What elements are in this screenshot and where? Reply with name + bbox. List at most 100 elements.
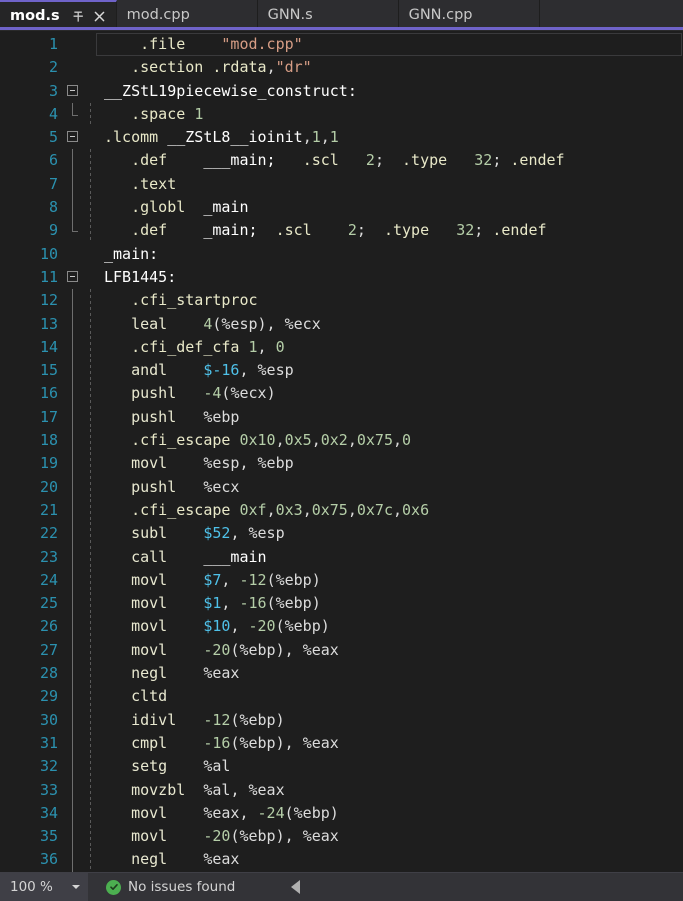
- fold-region-bar: [64, 452, 86, 476]
- editor-tab-gnn-cpp[interactable]: GNN.cpp: [398, 0, 540, 30]
- fold-region-bar: [64, 335, 86, 360]
- indent-guide: [86, 545, 104, 569]
- editor-tab-mod-cpp[interactable]: mod.cpp: [116, 0, 258, 30]
- fold-region-bar: [64, 801, 86, 826]
- code-line[interactable]: 9 .def _main; .scl 2; .type 32; .endef: [0, 219, 683, 243]
- code-line[interactable]: 16 pushl -4(%ecx): [0, 382, 683, 406]
- fold-region-bar: [64, 848, 86, 872]
- line-number: 31: [39, 733, 58, 752]
- code-line[interactable]: 24 movl $7, -12(%ebp): [0, 568, 683, 593]
- code-line[interactable]: 30 idivl -12(%ebp): [0, 708, 683, 732]
- issues-status[interactable]: No issues found: [106, 879, 235, 895]
- code-line[interactable]: 17 pushl %ebp: [0, 405, 683, 430]
- line-number: 11: [39, 267, 58, 286]
- fold-region-bar: [64, 289, 86, 313]
- fold-region-bar: [64, 196, 86, 220]
- code-line-text: setg %al: [131, 757, 231, 776]
- code-line-text: movl $7, -12(%ebp): [131, 570, 321, 589]
- code-line-text: call ___main: [131, 547, 267, 566]
- code-line-text: _main:: [104, 244, 159, 263]
- code-line-text: .cfi_escape 0x10,0x5,0x2,0x75,0: [131, 431, 412, 450]
- line-number: 9: [48, 221, 58, 240]
- line-number: 30: [39, 710, 58, 729]
- code-line[interactable]: 36 negl %eax: [0, 848, 683, 872]
- code-line[interactable]: 33 movzbl %al, %eax: [0, 778, 683, 802]
- code-line-text: movzbl %al, %eax: [131, 780, 285, 799]
- code-line[interactable]: 31 cmpl -16(%ebp), %eax: [0, 731, 683, 756]
- code-line[interactable]: 34 movl %eax, -24(%ebp): [0, 801, 683, 826]
- code-line[interactable]: 13 leal 4(%esp), %ecx: [0, 312, 683, 336]
- line-number: 10: [39, 244, 58, 263]
- code-line[interactable]: 26 movl $10, -20(%ebp): [0, 615, 683, 639]
- code-line[interactable]: 8 .globl _main: [0, 196, 683, 220]
- code-line-text: .lcomm __ZStL8__ioinit,1,1: [104, 128, 339, 147]
- code-editor[interactable]: 1 .file "mod.cpp" 2 .section .rdata,"dr" 3…: [0, 30, 683, 872]
- indent-guide: [86, 289, 104, 313]
- code-line-text: cltd: [131, 687, 168, 706]
- fold-region-bar: [64, 685, 86, 709]
- code-line[interactable]: 11 LFB1445:: [0, 266, 683, 289]
- pin-icon[interactable]: [72, 10, 85, 23]
- indent-guide: [86, 335, 104, 360]
- editor-tab-mod-s[interactable]: mod.s: [0, 0, 117, 30]
- code-line[interactable]: 10 _main:: [0, 243, 683, 266]
- close-icon[interactable]: [93, 10, 106, 23]
- indent-guide: [86, 848, 104, 872]
- code-line[interactable]: 25 movl $1, -16(%ebp): [0, 592, 683, 616]
- indent-guide: [86, 243, 104, 266]
- code-line-text: leal 4(%esp), %ecx: [131, 314, 321, 333]
- indent-guide: [86, 708, 104, 732]
- code-line[interactable]: 21 .cfi_escape 0xf,0x3,0x75,0x7c,0x6: [0, 498, 683, 523]
- fold-toggle-icon[interactable]: [64, 80, 86, 103]
- code-line[interactable]: 6 .def ___main; .scl 2; .type 32; .endef: [0, 149, 683, 173]
- code-lines-container[interactable]: 1 .file "mod.cpp" 2 .section .rdata,"dr" 3…: [0, 31, 683, 872]
- code-line[interactable]: 27 movl -20(%ebp), %eax: [0, 638, 683, 663]
- zoom-level-label: 100 %: [10, 879, 53, 895]
- indent-guide: [86, 33, 104, 56]
- code-line[interactable]: 7 .text: [0, 172, 683, 197]
- code-line-text: andl $-16, %esp: [131, 361, 294, 380]
- code-line[interactable]: 5 .lcomm __ZStL8__ioinit,1,1: [0, 126, 683, 149]
- editor-tab-bar: mod.s mod.cpp GNN.s GNN.cpp: [0, 0, 683, 30]
- indent-guide: [86, 522, 104, 546]
- indent-guide: [86, 825, 104, 849]
- code-line-text: .cfi_escape 0xf,0x3,0x75,0x7c,0x6: [131, 500, 430, 519]
- fold-toggle-icon[interactable]: [64, 266, 86, 289]
- line-number: 5: [48, 128, 58, 147]
- line-number: 17: [39, 407, 58, 426]
- chevron-down-icon[interactable]: [72, 885, 80, 889]
- triangle-left-icon[interactable]: [291, 880, 301, 894]
- code-line[interactable]: 23 call ___main: [0, 545, 683, 569]
- line-number: 1: [48, 35, 58, 53]
- code-line-text: pushl %ebp: [131, 407, 240, 426]
- fold-toggle-icon[interactable]: [64, 126, 86, 149]
- code-line[interactable]: 35 movl -20(%ebp), %eax: [0, 825, 683, 849]
- code-line[interactable]: 18 .cfi_escape 0x10,0x5,0x2,0x75,0: [0, 429, 683, 453]
- indent-guide: [86, 405, 104, 430]
- code-line[interactable]: 29 cltd: [0, 685, 683, 709]
- zoom-level-control[interactable]: 100 %: [0, 873, 88, 901]
- code-line[interactable]: 28 negl %eax: [0, 662, 683, 686]
- code-line[interactable]: 19 movl %esp, %ebp: [0, 452, 683, 476]
- line-number: 24: [39, 570, 58, 589]
- fold-gutter-empty: [64, 243, 86, 266]
- code-line[interactable]: 1 .file "mod.cpp": [0, 33, 683, 56]
- editor-tab-label: GNN.s: [267, 7, 313, 23]
- indent-guide: [86, 80, 104, 103]
- indent-guide: [86, 56, 104, 79]
- code-line[interactable]: 3 __ZStL19piecewise_construct:: [0, 80, 683, 103]
- code-line[interactable]: 4 .space 1: [0, 102, 683, 127]
- code-line[interactable]: 14 .cfi_def_cfa 1, 0: [0, 335, 683, 360]
- editor-tab-actions: [72, 10, 106, 23]
- fold-region-bar: [64, 568, 86, 593]
- line-number: 36: [39, 850, 58, 869]
- editor-tab-gnn-s[interactable]: GNN.s: [257, 0, 399, 30]
- code-line[interactable]: 22 subl $52, %esp: [0, 522, 683, 546]
- indent-guide: [86, 429, 104, 453]
- code-line[interactable]: 12 .cfi_startproc: [0, 289, 683, 313]
- code-line[interactable]: 2 .section .rdata,"dr": [0, 56, 683, 79]
- code-line[interactable]: 20 pushl %ecx: [0, 475, 683, 499]
- code-line[interactable]: 15 andl $-16, %esp: [0, 359, 683, 383]
- code-line[interactable]: 32 setg %al: [0, 755, 683, 779]
- fold-region-bar: [64, 498, 86, 523]
